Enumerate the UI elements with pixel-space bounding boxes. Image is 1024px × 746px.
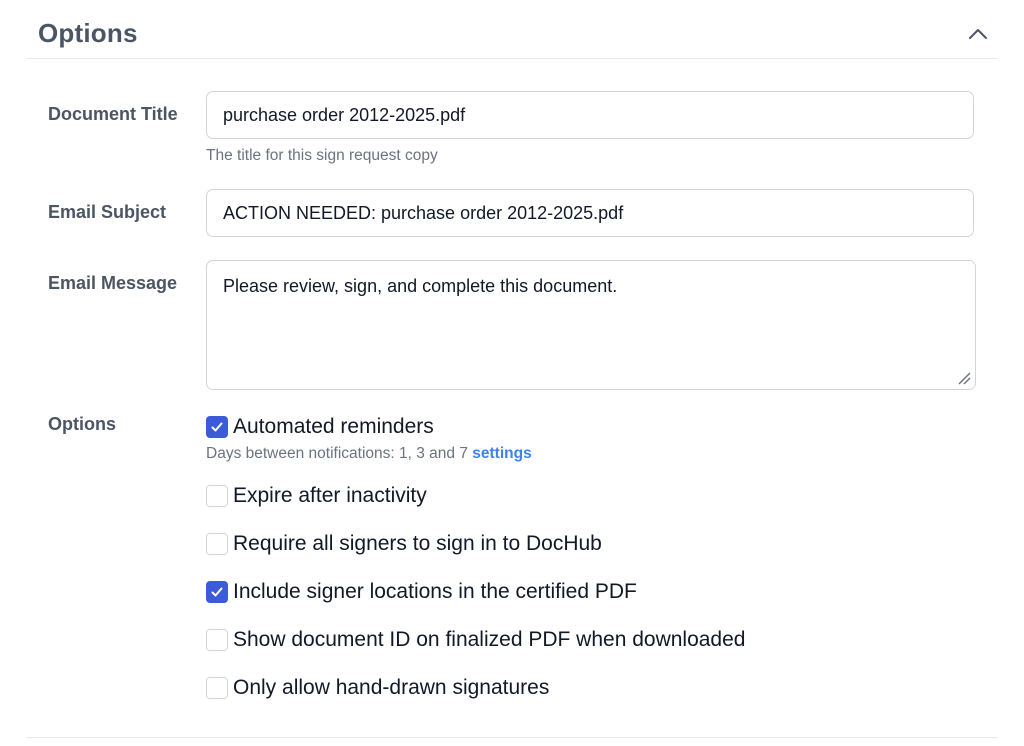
document-title-help: The title for this sign request copy xyxy=(206,147,438,164)
hand-drawn-signatures-checkbox[interactable] xyxy=(206,677,228,699)
require-sign-in-checkbox[interactable] xyxy=(206,533,228,555)
option-automated-reminders[interactable]: Automated reminders xyxy=(206,414,434,440)
reminders-help: Days between notifications: 1, 3 and 7 s… xyxy=(206,444,532,464)
section-divider xyxy=(27,737,997,738)
collapse-button[interactable] xyxy=(963,22,993,46)
chevron-up-icon xyxy=(969,29,987,39)
option-expire-after-inactivity[interactable]: Expire after inactivity xyxy=(206,483,427,509)
option-label: Only allow hand-drawn signatures xyxy=(233,676,550,699)
option-label: Show document ID on finalized PDF when d… xyxy=(233,628,746,651)
reminders-settings-link[interactable]: settings xyxy=(472,445,531,462)
show-document-id-checkbox[interactable] xyxy=(206,629,228,651)
checkmark-icon xyxy=(211,587,223,597)
option-show-document-id[interactable]: Show document ID on finalized PDF when d… xyxy=(206,627,745,653)
section-title: Options xyxy=(38,18,138,48)
email-subject-input[interactable] xyxy=(206,189,974,237)
option-label: Include signer locations in the certifie… xyxy=(233,580,637,603)
option-label: Require all signers to sign in to DocHub xyxy=(233,532,602,555)
options-section-header[interactable]: Options xyxy=(27,0,997,59)
resize-handle-icon[interactable] xyxy=(957,371,971,385)
option-label: Automated reminders xyxy=(233,415,434,438)
option-include-signer-locations[interactable]: Include signer locations in the certifie… xyxy=(206,579,637,605)
expire-after-inactivity-checkbox[interactable] xyxy=(206,485,228,507)
email-subject-label: Email Subject xyxy=(48,202,167,222)
document-title-input[interactable] xyxy=(206,91,974,139)
email-message-label: Email Message xyxy=(48,273,178,293)
email-message-textarea[interactable]: Please review, sign, and complete this d… xyxy=(206,260,976,390)
document-title-label: Document Title xyxy=(48,104,178,124)
include-signer-locations-checkbox[interactable] xyxy=(206,581,228,603)
option-require-sign-in[interactable]: Require all signers to sign in to DocHub xyxy=(206,531,602,557)
checkmark-icon xyxy=(211,422,223,432)
reminders-help-text: Days between notifications: 1, 3 and 7 xyxy=(206,445,468,462)
options-panel: Options Document Title The title for thi… xyxy=(27,0,997,746)
options-label: Options xyxy=(48,414,116,434)
option-label: Expire after inactivity xyxy=(233,484,427,507)
option-hand-drawn-signatures[interactable]: Only allow hand-drawn signatures xyxy=(206,675,549,701)
automated-reminders-checkbox[interactable] xyxy=(206,416,228,438)
